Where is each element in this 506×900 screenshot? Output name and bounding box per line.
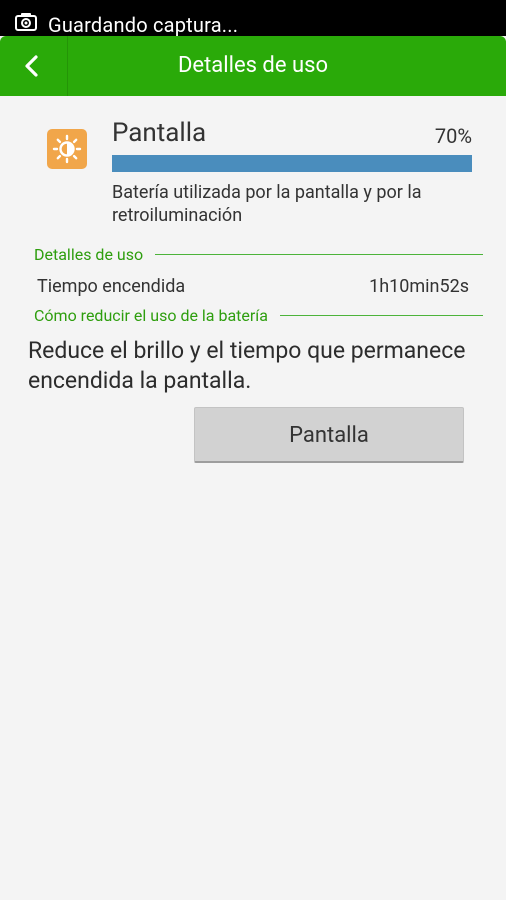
usage-percent: 70%: [434, 124, 472, 148]
detail-value: 1h10min52s: [369, 276, 469, 297]
display-settings-button[interactable]: Pantalla: [194, 407, 464, 463]
reduce-usage-header-label: Cómo reducir el uso de la batería: [34, 305, 268, 325]
app-description: Batería utilizada por la pantalla y por …: [112, 182, 422, 226]
brightness-icon: [47, 129, 87, 169]
action-bar-divider: [67, 36, 68, 96]
section-divider: [279, 314, 483, 316]
screenshot-icon: [15, 12, 37, 32]
detail-row-screen-time: Tiempo encendida 1h10min52s: [37, 276, 469, 300]
status-bar: Guardando captura...: [0, 0, 506, 37]
section-divider: [155, 253, 483, 255]
detail-label: Tiempo encendida: [37, 276, 186, 297]
usage-details-header: Detalles de uso: [34, 244, 483, 264]
reduce-usage-tip: Reduce el brillo y el tiempo que permane…: [28, 337, 466, 394]
app-name: Pantalla: [112, 118, 207, 148]
usage-bar-fill: [112, 155, 472, 172]
usage-details-header-label: Detalles de uso: [34, 244, 144, 264]
page-title: Detalles de uso: [177, 53, 328, 78]
usage-bar: [112, 155, 472, 172]
chevron-left-icon: [25, 55, 38, 77]
reduce-usage-header: Cómo reducir el uso de la batería: [34, 305, 483, 325]
action-bar: Detalles de uso: [0, 36, 506, 96]
back-button[interactable]: [0, 36, 66, 96]
status-notification-text: Guardando captura...: [48, 13, 239, 37]
